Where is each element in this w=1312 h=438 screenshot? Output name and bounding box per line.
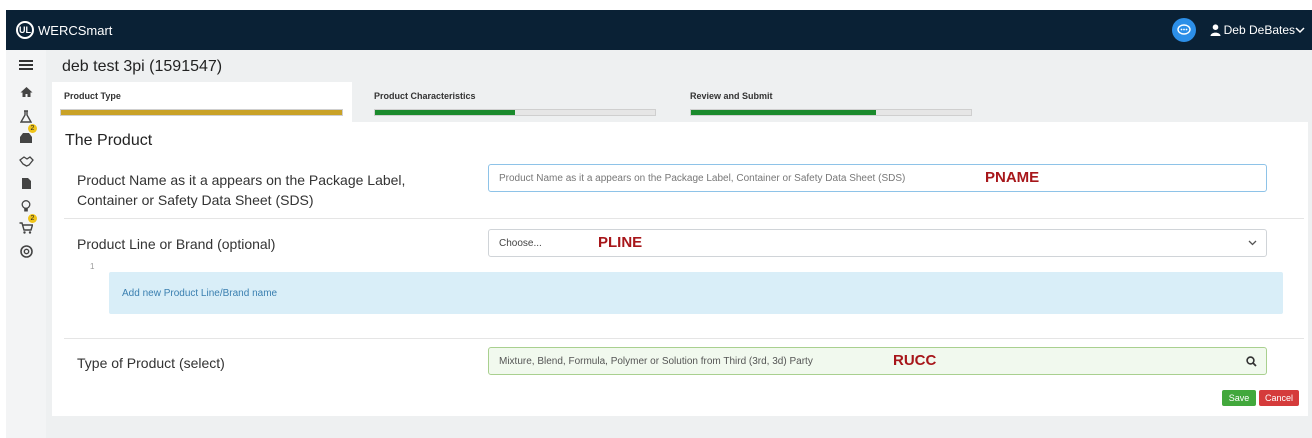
cart-badge: 2 [28, 214, 37, 223]
user-menu[interactable]: Deb DeBates [1210, 23, 1308, 37]
step-progress-fill [375, 110, 515, 115]
step-label: Review and Submit [690, 91, 773, 101]
wizard-steps: Product Type Product Characteristics Rev… [52, 82, 1312, 122]
product-line-count: 1 [90, 262, 95, 271]
step-progress-fill [61, 110, 342, 115]
product-type-select[interactable]: Mixture, Blend, Formula, Polymer or Solu… [488, 347, 1267, 375]
product-name-placeholder: Product Name as it a appears on the Pack… [499, 172, 906, 184]
page-title: deb test 3pi (1591547) [62, 58, 223, 75]
app-name: WERCSmart [38, 22, 113, 38]
user-icon [1210, 24, 1221, 36]
step-label: Product Type [64, 91, 121, 101]
step-product-characteristics[interactable]: Product Characteristics [374, 82, 659, 122]
search-icon[interactable] [1246, 356, 1257, 367]
product-line-value: Choose... [499, 237, 542, 249]
lifebuoy-icon[interactable] [6, 240, 46, 262]
step-progress-bar [60, 109, 343, 116]
chevron-down-icon [1248, 240, 1257, 246]
product-form: The Product Product Name as it a appears… [52, 122, 1308, 416]
divider [64, 218, 1304, 219]
top-right-controls: Deb DeBates [1171, 18, 1308, 42]
add-product-line-button[interactable]: Add new Product Line/Brand name [109, 272, 1283, 314]
add-product-line-label: Add new Product Line/Brand name [122, 287, 278, 299]
save-button[interactable]: Save [1222, 390, 1256, 406]
product-name-input[interactable]: Product Name as it a appears on the Pack… [488, 164, 1267, 192]
step-product-type[interactable]: Product Type [52, 82, 352, 122]
product-line-label: Product Line or Brand (optional) [77, 236, 276, 252]
product-type-value: Mixture, Blend, Formula, Polymer or Solu… [499, 355, 813, 367]
ul-logo-icon: UL [16, 21, 34, 39]
chat-icon[interactable] [1171, 18, 1196, 42]
home-icon[interactable] [6, 81, 46, 103]
document-icon[interactable] [6, 172, 46, 194]
section-title: The Product [65, 132, 153, 149]
cart-icon[interactable]: 2 [6, 214, 46, 239]
handshake-icon[interactable] [6, 150, 46, 172]
lightbulb-icon[interactable] [6, 195, 46, 217]
chevron-down-icon [1295, 27, 1305, 34]
step-review-and-submit[interactable]: Review and Submit [690, 82, 975, 122]
app-logo[interactable]: UL WERCSmart [16, 21, 112, 39]
cancel-button[interactable]: Cancel [1259, 390, 1299, 406]
inbox-badge: 2 [28, 124, 37, 133]
product-name-label: Product Name as it a appears on the Pack… [77, 172, 406, 208]
step-progress-bar [374, 109, 656, 116]
pline-annotation: PLINE [598, 234, 643, 251]
step-progress-bar [690, 109, 972, 116]
step-label: Product Characteristics [374, 91, 476, 101]
rucc-annotation: RUCC [893, 352, 937, 369]
flask-icon[interactable] [6, 105, 46, 127]
product-type-label: Type of Product (select) [77, 355, 225, 371]
pname-annotation: PNAME [985, 169, 1040, 186]
step-progress-fill [691, 110, 876, 115]
inbox-icon[interactable]: 2 [6, 124, 46, 149]
sidebar: 2 2 [6, 50, 46, 438]
user-name: Deb DeBates [1223, 23, 1295, 37]
divider [64, 338, 1304, 339]
menu-toggle-icon[interactable] [6, 54, 46, 76]
top-bar: UL WERCSmart Deb DeBates [6, 10, 1312, 50]
